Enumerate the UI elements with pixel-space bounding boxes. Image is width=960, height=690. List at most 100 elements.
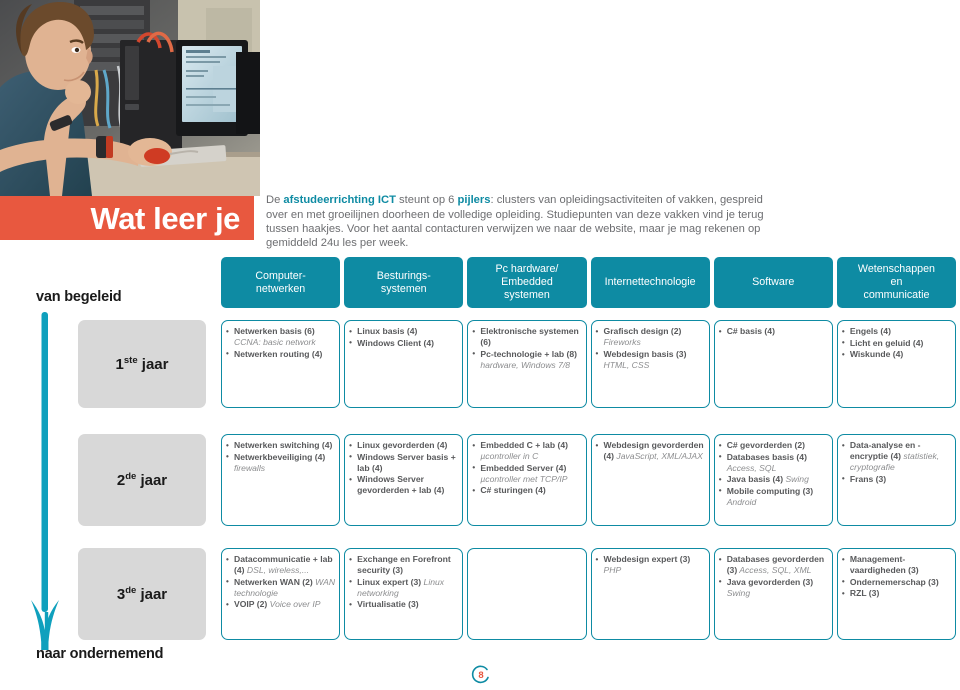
course-note: PHP (603, 565, 622, 575)
intro-keyword-pijlers: pijlers (457, 194, 491, 207)
course-note: Swing (783, 474, 809, 484)
course-card[interactable]: Management-vaardigheden (3)Ondernemersch… (836, 548, 957, 640)
course-note: WAN technologie (234, 576, 336, 598)
intro-text-b: steunt op 6 (395, 194, 458, 207)
course-card[interactable]: C# gevorderden (2)Databases basis (4) Ac… (713, 434, 833, 526)
course-item: Webdesign gevorderden (4) JavaScript, XM… (595, 440, 706, 462)
pillar-header-pc-hardware-embedded[interactable]: Pc hardware/ Embedded systemen (467, 257, 587, 308)
header-photo (0, 0, 260, 196)
year-row-1: 1ste jaar Netwerken basis (6) CCNA: basi… (0, 320, 960, 408)
course-item: Netwerken basis (6) CCNA: basic network (225, 326, 336, 348)
course-list: Databases gevorderden (3) Access, SQL, X… (718, 554, 829, 599)
course-item: Grafisch design (2) Fireworks (595, 326, 706, 348)
course-item: Exchange en Forefront security (3) (348, 554, 459, 576)
course-card[interactable]: Linux basis (4)Windows Client (4) (344, 320, 464, 408)
course-list: Management-vaardigheden (3)Ondernemersch… (841, 554, 952, 599)
course-card[interactable]: Linux gevorderden (4)Windows Server basi… (344, 434, 464, 526)
course-item: Datacommunicatie + lab (4) DSL, wireless… (225, 554, 336, 576)
course-item: Webdesign expert (3) PHP (595, 554, 706, 576)
course-card[interactable]: Netwerken basis (6) CCNA: basic networkN… (221, 320, 341, 408)
course-item: Linux gevorderden (4) (348, 440, 459, 451)
course-card[interactable]: Engels (4)Licht en geluid (4)Wiskunde (4… (836, 320, 957, 408)
pillar-header-besturingssystemen[interactable]: Besturings- systemen (344, 257, 464, 308)
pillar-header-row: Computer- netwerken Besturings- systemen… (221, 257, 957, 308)
course-item: Virtualisatie (3) (348, 599, 459, 610)
year-label-box-3: 3de jaar (78, 548, 206, 640)
page-number-badge: 8 (471, 665, 491, 685)
course-item: Embedded C + lab (4) µcontroller in C (471, 440, 582, 462)
course-item: Pc-technologie + lab (8) hardware, Windo… (471, 348, 582, 371)
pillar-header-software[interactable]: Software (713, 257, 833, 308)
pillar-header-wetenschappen-communicatie[interactable]: Wetenschappen en communicatie (836, 257, 957, 308)
course-item: Ondernemerschap (3) (841, 576, 952, 588)
course-item: Elektronische systemen (6) (471, 326, 582, 348)
course-list: Datacommunicatie + lab (4) DSL, wireless… (225, 554, 336, 610)
course-list: C# basis (4) (718, 326, 829, 337)
page-title-bar: Wat leer je (0, 196, 254, 240)
course-list: Data-analyse en -encryptie (4) statistie… (841, 440, 952, 485)
course-note: JavaScript, XML/AJAX (614, 451, 703, 461)
course-item: Management-vaardigheden (3) (841, 554, 952, 576)
year-row-2: 2de jaar Netwerken switching (4)Netwerkb… (0, 434, 960, 526)
course-card[interactable]: Datacommunicatie + lab (4) DSL, wireless… (221, 548, 341, 640)
course-card[interactable]: Netwerken switching (4)Netwerkbeveiligin… (221, 434, 341, 526)
course-note: hardware, Windows 7/8 (480, 359, 571, 370)
course-note: CCNA: basic network (234, 337, 316, 347)
course-item: Linux expert (3) Linux networking (348, 576, 459, 599)
course-card[interactable]: C# basis (4) (713, 320, 833, 408)
year-label-2: 2de jaar (116, 471, 168, 489)
course-card[interactable]: Grafisch design (2) FireworksWebdesign b… (590, 320, 710, 408)
course-item: Windows Server gevorderden + lab (4) (348, 474, 459, 496)
course-list: Netwerken basis (6) CCNA: basic networkN… (225, 326, 336, 360)
course-item: Java basis (4) Swing (718, 474, 829, 485)
course-card[interactable]: Elektronische systemen (6)Pc-technologie… (467, 320, 587, 408)
course-list: Webdesign gevorderden (4) JavaScript, XM… (595, 440, 706, 462)
photo-illustration (0, 0, 260, 196)
course-list: Netwerken switching (4)Netwerkbeveiligin… (225, 440, 336, 474)
course-item: Java gevorderden (3) Swing (718, 576, 829, 599)
course-note: µcontroller in C (480, 451, 539, 461)
course-list: Linux gevorderden (4)Windows Server basi… (348, 440, 459, 496)
course-list: C# gevorderden (2)Databases basis (4) Ac… (718, 440, 829, 508)
pillar-header-computernetwerken[interactable]: Computer- netwerken (221, 257, 341, 308)
course-list: Embedded C + lab (4) µcontroller in CEmb… (471, 440, 582, 496)
course-card[interactable] (467, 548, 587, 640)
course-note: HTML, CSS (603, 359, 650, 370)
year-row-3: 3de jaar Datacommunicatie + lab (4) DSL,… (0, 548, 960, 640)
course-item: Mobile computing (3) Android (718, 485, 829, 508)
course-list: Grafisch design (2) FireworksWebdesign b… (595, 326, 706, 371)
course-item: Wiskunde (4) (841, 349, 952, 360)
page-title: Wat leer je (90, 200, 240, 236)
course-note: Android (726, 496, 757, 507)
progression-label-top: van begeleid (36, 289, 122, 305)
course-item: Licht en geluid (4) (841, 337, 952, 349)
page-number: 8 (478, 669, 484, 681)
course-item: Windows Server basis + lab (4) (348, 451, 459, 474)
pillar-header-internettechnologie[interactable]: Internettechnologie (590, 257, 710, 308)
course-card[interactable]: Webdesign expert (3) PHP (590, 548, 710, 640)
course-item: Windows Client (4) (348, 337, 459, 349)
course-list: Webdesign expert (3) PHP (595, 554, 706, 576)
intro-keyword-afstudeerrichting: afstudeerrichting ICT (283, 194, 396, 207)
course-list: Linux basis (4)Windows Client (4) (348, 326, 459, 349)
course-item: Databases gevorderden (3) Access, SQL, X… (718, 554, 829, 576)
course-item: RZL (3) (841, 588, 952, 599)
course-note: Access, SQL (726, 462, 777, 473)
intro-paragraph: De afstudeerrichting ICT steunt op 6 pij… (266, 193, 766, 251)
course-item: C# sturingen (4) (471, 485, 582, 496)
course-card[interactable]: Embedded C + lab (4) µcontroller in CEmb… (467, 434, 587, 526)
course-card[interactable]: Exchange en Forefront security (3)Linux … (344, 548, 464, 640)
course-card[interactable]: Data-analyse en -encryptie (4) statistie… (836, 434, 957, 526)
year-cards-2: Netwerken switching (4)Netwerkbeveiligin… (221, 434, 957, 526)
course-item: Databases basis (4) Access, SQL (718, 451, 829, 474)
year-cards-3: Datacommunicatie + lab (4) DSL, wireless… (221, 548, 957, 640)
course-item: Netwerken switching (4) (225, 440, 336, 451)
course-note: µcontroller met TCP/IP (480, 473, 568, 484)
course-note: Access, SQL, XML (737, 565, 812, 575)
course-note: Swing (726, 587, 751, 598)
year-label-3: 3de jaar (116, 585, 168, 603)
year-label-box-2: 2de jaar (78, 434, 206, 526)
course-card[interactable]: Databases gevorderden (3) Access, SQL, X… (713, 548, 833, 640)
course-card[interactable]: Webdesign gevorderden (4) JavaScript, XM… (590, 434, 710, 526)
year-label-1: 1ste jaar (115, 355, 169, 373)
